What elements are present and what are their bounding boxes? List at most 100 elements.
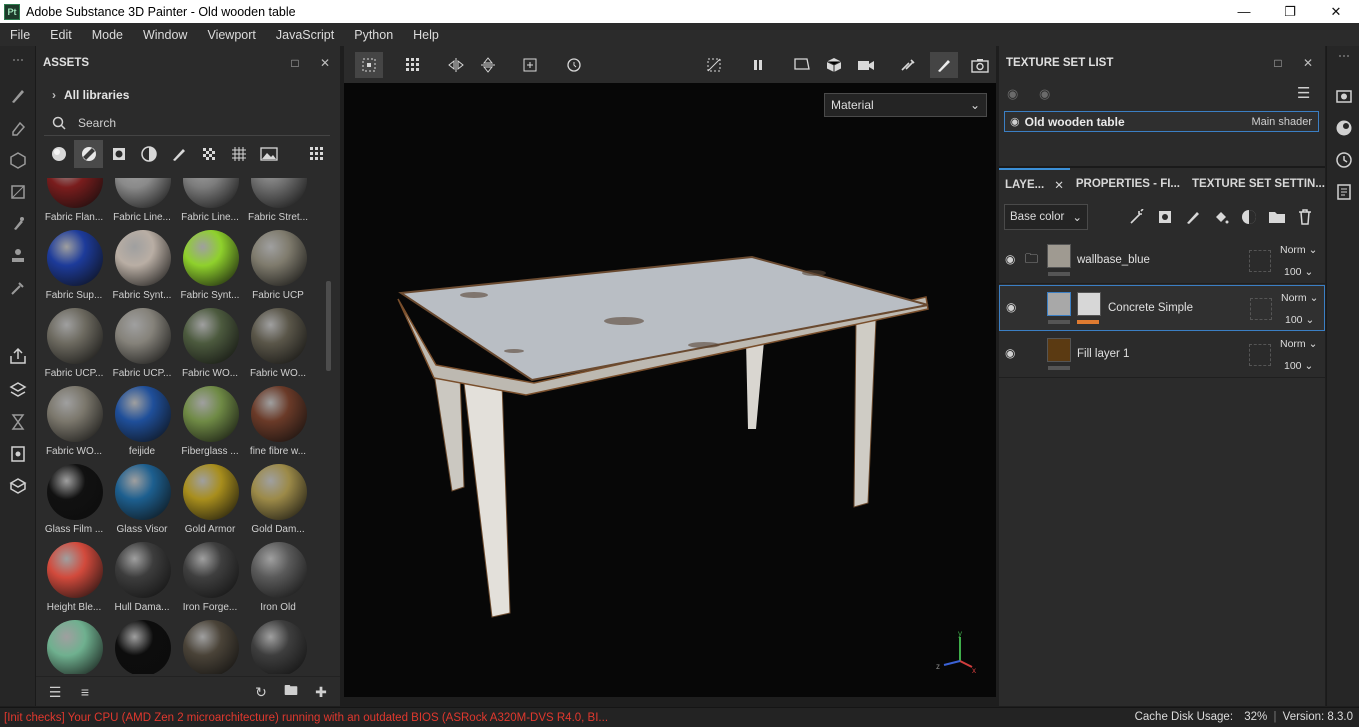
close-icon[interactable]: ✕	[1313, 0, 1359, 23]
asset-thumbnail[interactable]: Leather Cal...	[176, 620, 244, 674]
asset-thumbnail[interactable]: Fabric UCP	[244, 230, 312, 308]
asset-thumbnail[interactable]: Fabric Synt...	[176, 230, 244, 308]
add-effect-icon[interactable]	[1127, 207, 1147, 227]
menu-javascript[interactable]: JavaScript	[266, 28, 344, 42]
asset-thumbnail[interactable]: Fabric Stret...	[244, 178, 312, 230]
asset-thumbnail[interactable]: Glass Film ...	[40, 464, 108, 542]
3d-viewport[interactable]: Material ⌄ y x z	[344, 83, 996, 697]
add-generator-icon[interactable]	[1155, 207, 1175, 227]
selection-mode-icon[interactable]	[355, 52, 383, 78]
export-icon[interactable]	[8, 346, 28, 366]
layer-name[interactable]: Concrete Simple	[1108, 302, 1193, 314]
asset-thumbnail[interactable]: Fabric WO...	[244, 308, 312, 386]
tree-view-icon[interactable]: ≡	[76, 684, 94, 700]
blend-mode-select[interactable]: Norm ⌄	[1281, 292, 1318, 304]
asset-thumbnail[interactable]: Fabric Sup...	[40, 230, 108, 308]
asset-thumbnail[interactable]: Fabric Flan...	[40, 178, 108, 230]
projection-icon[interactable]	[8, 150, 28, 170]
float-panel-icon[interactable]: □	[288, 56, 302, 70]
log-icon[interactable]	[1334, 182, 1354, 202]
history-icon[interactable]	[8, 412, 28, 432]
cube-icon[interactable]	[820, 52, 848, 78]
asset-thumbnail[interactable]: Jade	[40, 620, 108, 674]
add-fill-layer-icon[interactable]	[1211, 207, 1231, 227]
asset-thumbnail[interactable]: Fabric UCP...	[40, 308, 108, 386]
asset-thumbnail[interactable]: Fabric Line...	[108, 178, 176, 230]
tab-texture-set-settings[interactable]: TEXTURE SET SETTIN...	[1186, 168, 1331, 200]
folder-icon[interactable]: 🖿	[282, 682, 300, 700]
search-field[interactable]: Search	[44, 110, 330, 136]
asset-thumbnail[interactable]: Fabric WO...	[176, 308, 244, 386]
asset-thumbnail[interactable]: fine fibre w...	[244, 386, 312, 464]
filters-filter-icon[interactable]	[134, 140, 163, 168]
brushes-filter-icon[interactable]	[164, 140, 193, 168]
grid-select-icon[interactable]	[399, 52, 427, 78]
blend-mode-select[interactable]: Norm ⌄	[1280, 244, 1317, 256]
asset-thumbnail[interactable]: Fabric UCP...	[108, 308, 176, 386]
grid-view-icon[interactable]	[302, 140, 331, 168]
tab-properties[interactable]: PROPERTIES - FI...	[1070, 168, 1186, 200]
layer-name[interactable]: wallbase_blue	[1077, 254, 1150, 266]
asset-thumbnail[interactable]: Glass Visor	[108, 464, 176, 542]
asset-thumbnail[interactable]: Fabric Synt...	[108, 230, 176, 308]
camera-icon[interactable]	[852, 52, 880, 78]
hide-icon[interactable]	[700, 52, 728, 78]
reset-camera-icon[interactable]	[560, 52, 588, 78]
smudge-icon[interactable]	[8, 214, 28, 234]
paint-brush-icon[interactable]	[8, 86, 28, 106]
list-view-icon[interactable]: ☰	[46, 684, 64, 700]
smart-materials-filter-icon[interactable]	[74, 140, 103, 168]
maximize-icon[interactable]: ❐	[1267, 0, 1313, 23]
add-paint-layer-icon[interactable]	[1183, 207, 1203, 227]
asset-thumbnail[interactable]: Fabric WO...	[40, 386, 108, 464]
materials-filter-icon[interactable]	[44, 140, 73, 168]
screenshot-icon[interactable]	[966, 52, 994, 78]
mirror-x-icon[interactable]	[442, 52, 470, 78]
display-settings-icon[interactable]	[1334, 86, 1354, 106]
color-picker-icon[interactable]	[8, 278, 28, 298]
symmetry-icon[interactable]	[894, 52, 922, 78]
mask-slot[interactable]	[1249, 344, 1271, 366]
layer-row-concrete-simple[interactable]: ◉ Concrete Simple Norm ⌄ 100 ⌄	[999, 285, 1325, 331]
layer-opacity[interactable]: 100 ⌄	[1284, 266, 1313, 278]
polygon-fill-icon[interactable]	[8, 182, 28, 202]
asset-thumbnail[interactable]: Fiberglass ...	[176, 386, 244, 464]
add-mask-icon[interactable]	[1239, 207, 1259, 227]
library-selector[interactable]: › All libraries	[36, 80, 340, 110]
textures-filter-icon[interactable]	[224, 140, 253, 168]
clone-stamp-icon[interactable]	[8, 246, 28, 266]
refresh-icon[interactable]: ↻	[252, 684, 270, 700]
eye-hidden-icon[interactable]: ◉	[1007, 86, 1018, 102]
asset-scrollbar[interactable]	[326, 281, 331, 371]
mask-slot[interactable]	[1250, 298, 1272, 320]
eye-icon[interactable]: ◉	[1039, 86, 1050, 102]
close-tab-icon[interactable]: ✕	[1054, 178, 1064, 192]
visibility-eye-icon[interactable]: ◉	[1006, 300, 1022, 316]
menu-window[interactable]: Window	[133, 28, 197, 42]
bake-icon[interactable]	[8, 380, 28, 400]
add-folder-icon[interactable]	[1267, 207, 1287, 227]
tab-layers[interactable]: LAYE... ✕	[999, 168, 1070, 200]
asset-thumbnail[interactable]: Height Ble...	[40, 542, 108, 620]
mask-slot[interactable]	[1249, 250, 1271, 272]
shader-name[interactable]: Main shader	[1251, 116, 1312, 128]
menu-viewport[interactable]: Viewport	[197, 28, 265, 42]
channel-select[interactable]: Base color ⌄	[1004, 204, 1088, 230]
shelf-icon[interactable]	[8, 476, 28, 496]
smart-masks-filter-icon[interactable]	[104, 140, 133, 168]
eraser-icon[interactable]	[8, 118, 28, 138]
blend-mode-select[interactable]: Norm ⌄	[1280, 338, 1317, 350]
menu-file[interactable]: File	[0, 28, 40, 42]
menu-edit[interactable]: Edit	[40, 28, 82, 42]
asset-thumbnail[interactable]: Leather Co...	[244, 620, 312, 674]
visibility-eye-icon[interactable]: ◉	[1005, 252, 1021, 268]
layer-row-fill-layer-1[interactable]: ◉ Fill layer 1 Norm ⌄ 100 ⌄	[999, 332, 1325, 378]
layer-row-wallbase-blue[interactable]: ◉ 🗀 wallbase_blue Norm ⌄ 100 ⌄	[999, 238, 1325, 284]
asset-thumbnail[interactable]: Iron Old	[244, 542, 312, 620]
environments-filter-icon[interactable]	[254, 140, 283, 168]
close-panel-icon[interactable]: ✕	[318, 56, 332, 70]
asset-thumbnail[interactable]: Gold Dam...	[244, 464, 312, 542]
mirror-y-icon[interactable]	[474, 52, 502, 78]
visibility-eye-icon[interactable]: ◉	[1010, 115, 1020, 128]
asset-thumbnail[interactable]: Hull Dama...	[108, 542, 176, 620]
